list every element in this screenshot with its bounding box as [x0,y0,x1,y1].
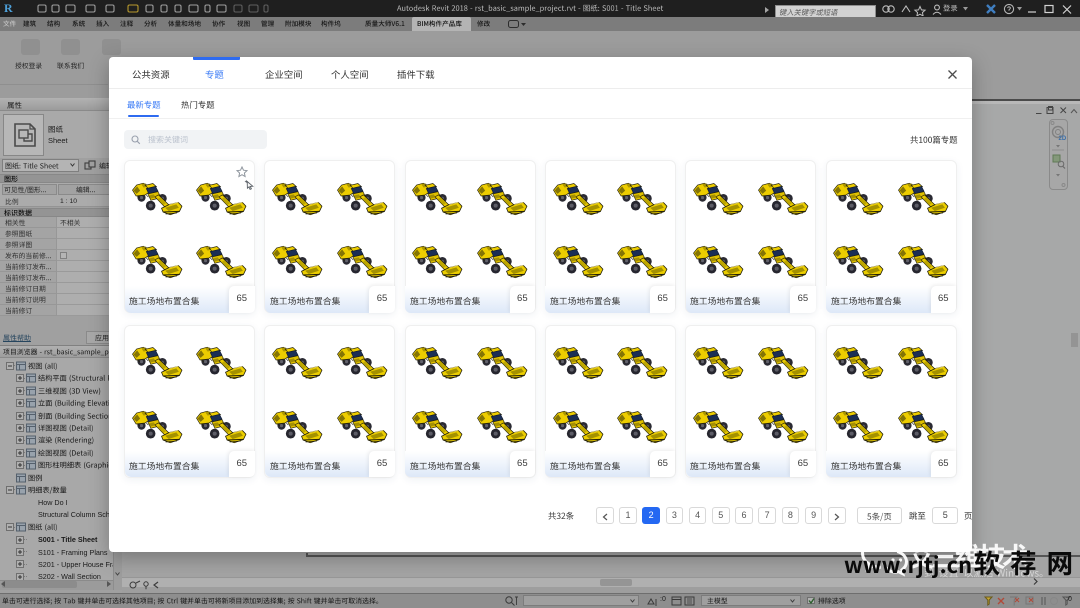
svg-text:2D: 2D [1059,136,1067,142]
